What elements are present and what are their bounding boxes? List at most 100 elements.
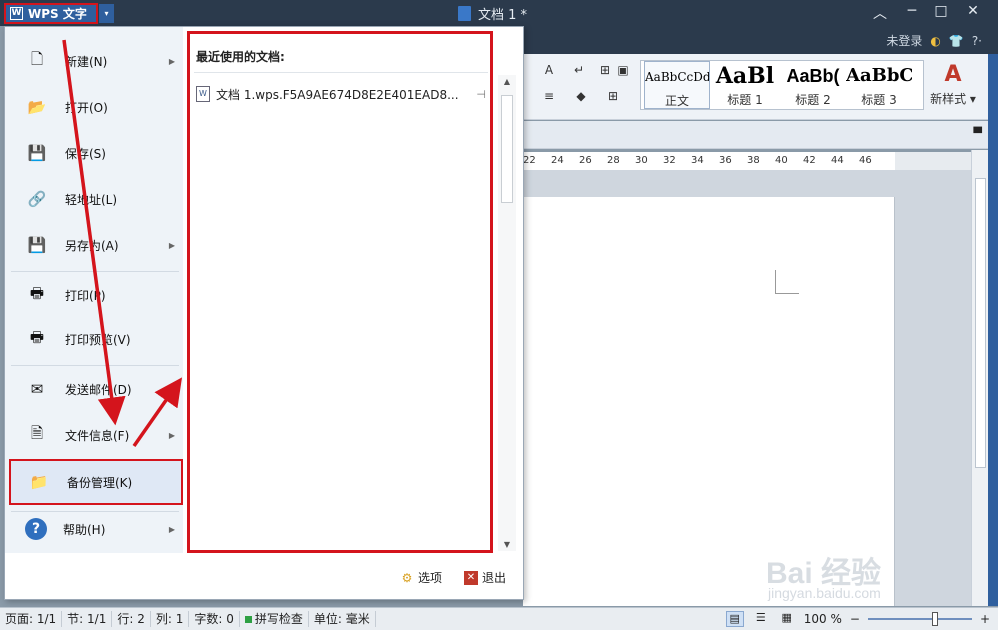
file-menu: 🗋 新建(N) ▶ 📂 打开(O) 💾 保存(S) 🔗 轻地址(L) 💾 另存为… xyxy=(4,26,524,600)
style-heading-2[interactable]: AaBb( 标题 2 xyxy=(780,61,846,109)
shading-icon[interactable]: ◆ xyxy=(572,88,590,104)
link-icon: 🔗 xyxy=(27,190,47,208)
text-effect-icon[interactable]: A xyxy=(540,62,558,78)
recent-documents-title: 最近使用的文档: xyxy=(196,50,285,64)
menu-file-info[interactable]: 🗎 文件信息(F) ▶ xyxy=(9,415,183,455)
status-word-count[interactable]: 字数: 0 xyxy=(189,611,240,627)
login-link[interactable]: 未登录 xyxy=(886,32,922,49)
wps-file-icon: W xyxy=(196,86,210,102)
page-view-icon[interactable]: ▤ xyxy=(725,611,744,627)
menu-label: 轻地址(L) xyxy=(65,192,118,207)
zoom-out-button[interactable]: − xyxy=(850,612,860,626)
open-folder-icon: 📂 xyxy=(27,98,47,116)
submenu-arrow-icon: ▶ xyxy=(168,524,175,534)
exit-icon: ✕ xyxy=(464,570,478,585)
menu-save-as[interactable]: 💾 另存为(A) ▶ xyxy=(9,225,183,265)
zoom-slider-thumb[interactable] xyxy=(931,612,938,626)
file-menu-commands: 🗋 新建(N) ▶ 📂 打开(O) 💾 保存(S) 🔗 轻地址(L) 💾 另存为… xyxy=(5,27,183,553)
recent-documents-panel: 最近使用的文档: W 文档 1.wps.F5A9AE674D8E2E401EAD… xyxy=(187,31,493,553)
options-button[interactable]: ⚙ 选项 xyxy=(400,569,442,586)
ruby-icon[interactable]: ⊞ xyxy=(596,62,614,78)
shirt-icon[interactable]: 👕 xyxy=(949,34,964,48)
scroll-down-icon[interactable]: ▼ xyxy=(498,540,516,549)
menu-send-mail[interactable]: ✉ 发送邮件(D) xyxy=(9,369,183,409)
style-normal[interactable]: AaBbCcDd 正文 xyxy=(644,61,710,109)
submenu-arrow-icon: ▶ xyxy=(168,56,175,66)
style-heading-1[interactable]: AaBl 标题 1 xyxy=(712,61,778,109)
menu-open[interactable]: 📂 打开(O) xyxy=(9,87,183,127)
status-row: 行: 2 xyxy=(112,611,151,627)
menu-print-preview[interactable]: 🖶 打印预览(V) xyxy=(9,319,183,359)
menu-new[interactable]: 🗋 新建(N) ▶ xyxy=(9,41,183,81)
help-icon: ? xyxy=(25,518,47,540)
document-icon xyxy=(458,6,471,21)
outline-view-icon[interactable]: ☰ xyxy=(752,611,770,627)
recent-file-item[interactable]: W 文档 1.wps.F5A9AE674D8E2E401EAD8... ⊣ xyxy=(196,84,486,104)
scroll-up-icon[interactable]: ▲ xyxy=(498,77,516,86)
ruler-tick: 30 xyxy=(635,155,648,166)
close-button[interactable]: ✕ xyxy=(963,3,983,19)
recent-scrollbar[interactable]: ▲ ▼ xyxy=(498,75,516,551)
save-icon: 💾 xyxy=(27,144,47,162)
recent-divider xyxy=(194,72,488,73)
app-menu-dropdown-icon[interactable]: ▾ xyxy=(99,4,114,23)
toolbar-options-icon[interactable]: ▀ xyxy=(974,127,982,140)
menu-separator xyxy=(11,271,179,272)
status-spell-check[interactable]: 拼写检查 xyxy=(240,611,309,627)
ruler-tick: 44 xyxy=(831,155,844,166)
menu-backup-management[interactable]: 📁 备份管理(K) xyxy=(9,459,183,505)
zoom-slider[interactable] xyxy=(867,612,972,626)
ruler-tick: 46 xyxy=(859,155,872,166)
exit-button[interactable]: ✕ 退出 xyxy=(464,569,506,586)
ruler-tick: 36 xyxy=(719,155,732,166)
pin-icon[interactable]: ⊣ xyxy=(476,88,486,101)
menu-light-address[interactable]: 🔗 轻地址(L) xyxy=(9,179,183,219)
menu-label: 发送邮件(D) xyxy=(65,382,132,397)
status-unit[interactable]: 单位: 毫米 xyxy=(309,611,376,627)
vertical-scroll-thumb[interactable] xyxy=(975,178,986,468)
menu-label: 备份管理(K) xyxy=(67,475,133,490)
ruler-tick: 32 xyxy=(663,155,676,166)
borders-icon[interactable]: ⊞ xyxy=(604,88,622,104)
maximize-button[interactable]: □ xyxy=(931,3,951,19)
enclose-char-icon[interactable]: ▣ xyxy=(614,62,632,78)
line-spacing-icon[interactable]: ≡ xyxy=(540,88,558,104)
ruler-tick: 24 xyxy=(551,155,564,166)
menu-separator xyxy=(11,365,179,366)
new-style-button[interactable]: A 新样式 ▾ xyxy=(928,60,978,110)
minimize-button[interactable]: ─ xyxy=(902,3,922,19)
collapse-ribbon-icon[interactable]: ︿ xyxy=(870,3,890,23)
char-border-icon[interactable]: ↵ xyxy=(570,62,588,78)
web-view-icon[interactable]: ▦ xyxy=(778,611,796,627)
menu-label: 保存(S) xyxy=(65,146,106,161)
document-page[interactable] xyxy=(523,197,895,606)
help-dropdown[interactable]: ?· xyxy=(972,34,982,48)
skin-icon[interactable]: ◐ xyxy=(930,34,940,48)
menu-label: 帮助(H) xyxy=(63,522,106,537)
options-label: 选项 xyxy=(418,571,443,585)
vertical-scrollbar[interactable] xyxy=(971,150,988,606)
app-name: WPS 文字 xyxy=(28,7,87,21)
task-pane-strip[interactable] xyxy=(988,54,998,606)
file-info-icon: 🗎 xyxy=(30,423,44,442)
wps-app-menu-button[interactable]: W WPS 文字 xyxy=(4,3,98,24)
recent-scroll-thumb[interactable] xyxy=(501,95,513,203)
margin-corner-mark xyxy=(775,270,799,294)
status-bar: 页面: 1/1 节: 1/1 行: 2 列: 1 字数: 0 拼写检查 单位: … xyxy=(0,607,998,630)
menu-label: 另存为(A) xyxy=(65,238,119,253)
styles-gallery: AaBbCcDd 正文 AaBl 标题 1 AaBb( 标题 2 AaBbC 标… xyxy=(640,60,924,110)
menu-label: 打开(O) xyxy=(65,100,108,115)
menu-print[interactable]: 🖶 打印(P) xyxy=(9,275,183,315)
style-heading-3[interactable]: AaBbC 标题 3 xyxy=(846,61,912,109)
ruler-tick: 28 xyxy=(607,155,620,166)
menu-save[interactable]: 💾 保存(S) xyxy=(9,133,183,173)
zoom-level[interactable]: 100 % xyxy=(804,612,842,626)
user-area: 未登录 ◐ 👕 ?· xyxy=(886,32,982,49)
ruler-tick: 40 xyxy=(775,155,788,166)
status-page[interactable]: 页面: 1/1 xyxy=(0,611,63,627)
zoom-in-button[interactable]: + xyxy=(980,612,990,626)
status-col: 列: 1 xyxy=(151,611,190,627)
menu-help[interactable]: ? 帮助(H) ▶ xyxy=(9,509,183,549)
ruler-tick: 42 xyxy=(803,155,816,166)
ruler-tick: 34 xyxy=(691,155,704,166)
